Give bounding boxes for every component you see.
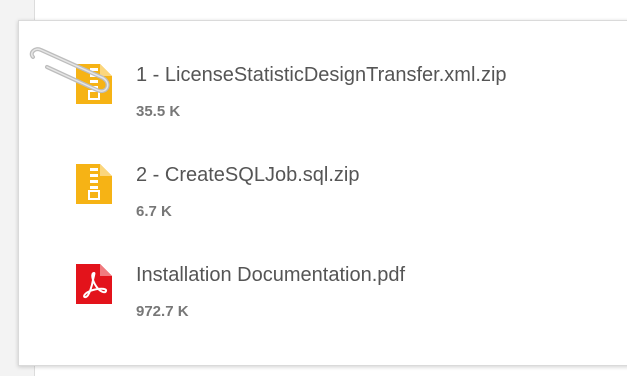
file-name-link[interactable]: Installation Documentation.pdf: [136, 262, 405, 288]
file-name-link[interactable]: 1 - LicenseStatisticDesignTransfer.xml.z…: [136, 62, 507, 88]
zip-file-icon: [76, 164, 112, 204]
file-size: 35.5 K: [136, 103, 181, 120]
pdf-file-icon: [76, 264, 112, 304]
file-size: 972.7 K: [136, 303, 189, 320]
attachments-card: 1 - LicenseStatisticDesignTransfer.xml.z…: [18, 20, 627, 366]
file-name-link[interactable]: 2 - CreateSQLJob.sql.zip: [136, 162, 359, 188]
attachment-item[interactable]: 1 - LicenseStatisticDesignTransfer.xml.z…: [56, 62, 616, 140]
attachment-item[interactable]: Installation Documentation.pdf 972.7 K: [56, 262, 616, 340]
attachment-item[interactable]: 2 - CreateSQLJob.sql.zip 6.7 K: [56, 162, 616, 240]
paperclip-icon: [29, 47, 110, 94]
file-size: 6.7 K: [136, 203, 172, 220]
